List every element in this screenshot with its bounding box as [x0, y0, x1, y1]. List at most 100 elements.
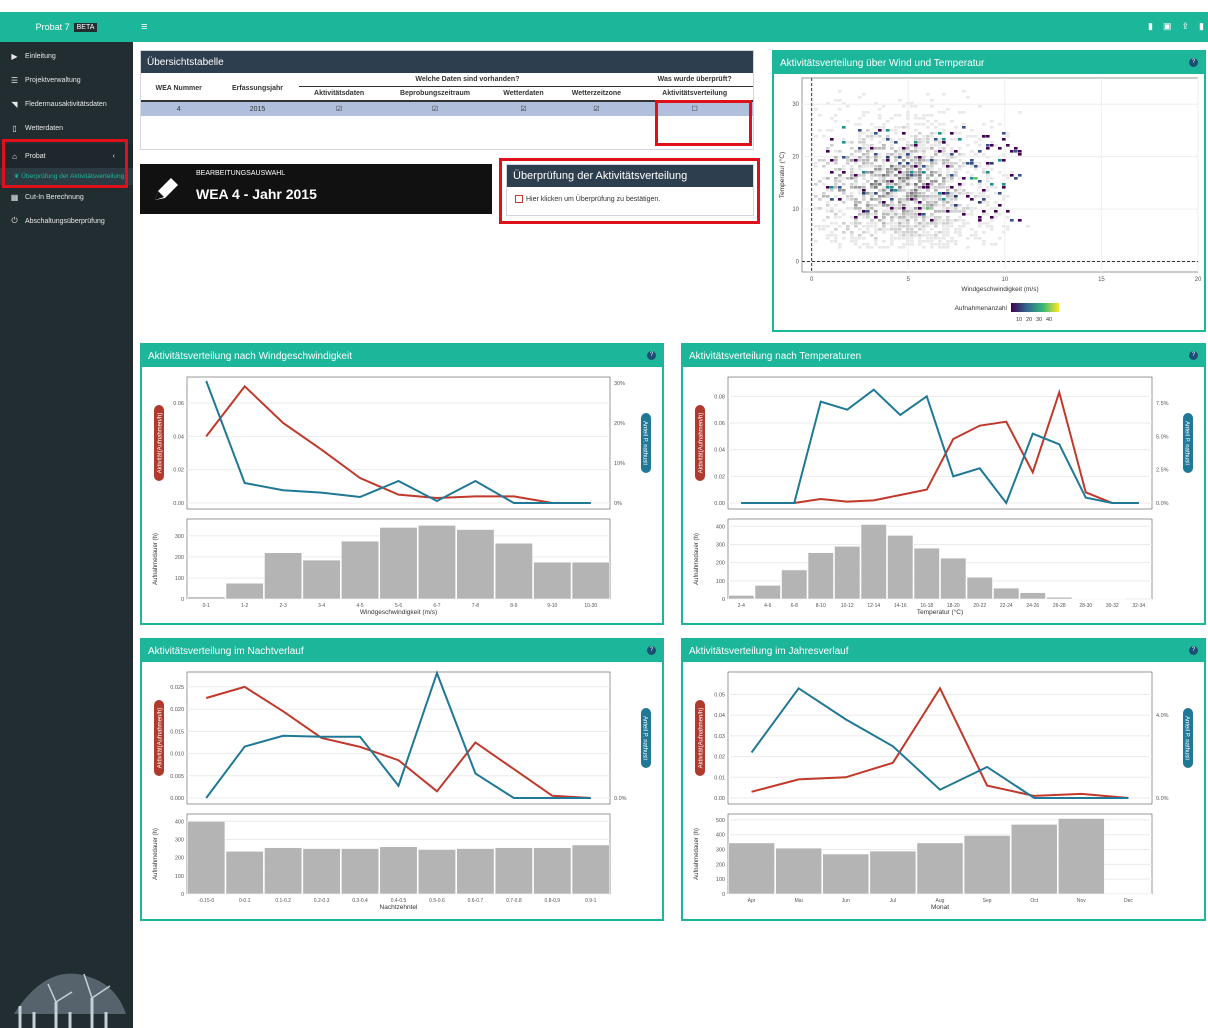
- scatter-point: [910, 165, 914, 168]
- help-icon[interactable]: ?: [1189, 646, 1198, 655]
- scatter-point: [954, 210, 958, 213]
- confirm-checkbox[interactable]: Hier klicken um Überprüfung zu bestätige…: [507, 187, 753, 211]
- scatter-point: [938, 204, 942, 207]
- scatter-point: [906, 168, 910, 171]
- save-icon[interactable]: ▣: [1163, 21, 1172, 32]
- x-tick-label: Jun: [842, 898, 850, 904]
- scatter-point: [858, 222, 862, 225]
- panel-title: Aktivitätsverteilung nach Temperaturen?: [683, 345, 1204, 367]
- scatter-point: [930, 123, 934, 126]
- sidebar-item-abschaltung[interactable]: ⏻ Abschaltungsüberprüfung: [0, 209, 133, 233]
- scatter-point: [866, 135, 870, 138]
- scatter-point: [942, 129, 946, 132]
- scatter-point: [822, 225, 826, 228]
- scatter-point: [850, 186, 854, 189]
- hist-bar: [264, 552, 303, 600]
- scatter-point: [970, 192, 974, 195]
- check-title: Überprüfung der Aktivitätsverteilung: [507, 165, 753, 187]
- hist-bar: [494, 847, 533, 895]
- hamburger-icon[interactable]: ≡: [141, 21, 147, 33]
- scatter-point: [918, 150, 922, 153]
- scatter-point: [870, 162, 874, 165]
- checkbox-icon[interactable]: [515, 195, 523, 203]
- right-ylabel: Anteil P. nathusii: [642, 421, 648, 465]
- scatter-point: [906, 165, 910, 168]
- scatter-point: [902, 222, 906, 225]
- scatter-point: [946, 177, 950, 180]
- sidebar-item-wetterdaten[interactable]: ▯ Wetterdaten: [0, 116, 133, 140]
- scatter-point: [974, 162, 978, 165]
- scatter-point: [882, 246, 886, 249]
- scatter-point: [938, 231, 942, 234]
- scatter-point: [826, 189, 830, 192]
- scatter-point: [914, 210, 918, 213]
- scatter-point: [934, 126, 938, 129]
- sidebar-item-cut-in[interactable]: ▦ Cut-In Berechnung: [0, 185, 133, 209]
- scatter-point: [894, 231, 898, 234]
- help-icon[interactable]: ?: [647, 646, 656, 655]
- scatter-point: [978, 195, 982, 198]
- scatter-point: [834, 120, 838, 123]
- hist-bar: [1046, 596, 1073, 600]
- temperature-panel: Aktivitätsverteilung nach Temperaturen? 0…: [681, 343, 1206, 625]
- cell-wea: 4: [176, 105, 181, 113]
- scatter-point: [850, 168, 854, 171]
- scatter-point: [890, 144, 894, 147]
- sidebar-item-fledermausaktivitaetsdaten[interactable]: ◥ Fledermausaktivitätsdaten: [0, 92, 133, 116]
- scatter-point: [902, 180, 906, 183]
- scatter-point: [914, 171, 918, 174]
- sidebar-subitem-ueberpruefung[interactable]: ❦ Überprüfung der Aktivitätsverteilung: [0, 168, 133, 185]
- checked-icon: ☑: [335, 106, 343, 113]
- scatter-point: [978, 180, 982, 183]
- col-beprobungszeitraum: Beprobungszeitraum: [399, 90, 470, 97]
- scatter-point: [906, 162, 910, 165]
- app-logo[interactable]: Probat 7 BETA: [0, 12, 133, 42]
- scatter-point: [910, 105, 914, 108]
- wind-panel: Aktivitätsverteilung nach Windgeschwindi…: [140, 343, 664, 625]
- scatter-point: [926, 120, 930, 123]
- scatter-point: [894, 159, 898, 162]
- scatter-point: [958, 225, 962, 228]
- scatter-point: [814, 162, 818, 165]
- file-icon[interactable]: ▮: [1148, 21, 1153, 32]
- scatter-point: [914, 135, 918, 138]
- scatter-point: [906, 180, 910, 183]
- help-icon[interactable]: ?: [1189, 58, 1198, 67]
- scatter-point: [878, 147, 882, 150]
- scatter-point: [930, 105, 934, 108]
- scatter-point: [934, 237, 938, 240]
- scatter-point: [870, 186, 874, 189]
- scatter-point: [878, 204, 882, 207]
- hist-bar: [456, 529, 495, 600]
- scatter-point: [882, 219, 886, 222]
- scatter-point: [942, 180, 946, 183]
- scatter-point: [906, 195, 910, 198]
- scatter-point: [862, 132, 866, 135]
- upload-icon[interactable]: ⇪: [1182, 21, 1190, 32]
- help-icon[interactable]: ?: [1189, 351, 1198, 360]
- scatter-point: [966, 213, 970, 216]
- night-panel: Aktivitätsverteilung im Nachtverlauf? 0.0…: [140, 306, 664, 921]
- sidebar-item-einleitung[interactable]: ▶ Einleitung: [0, 44, 133, 68]
- scatter-point: [874, 237, 878, 240]
- sidebar-item-projektverwaltung[interactable]: ☰ Projektverwaltung: [0, 68, 133, 92]
- scatter-point: [950, 132, 954, 135]
- scatter-point: [922, 147, 926, 150]
- scatter-point: [934, 222, 938, 225]
- scatter-point: [962, 177, 966, 180]
- scatter-point: [830, 240, 834, 243]
- scatter-point: [850, 171, 854, 174]
- scatter-point: [894, 225, 898, 228]
- y-tick-label: 0.020: [170, 707, 184, 713]
- scatter-point: [886, 138, 890, 141]
- table-row[interactable]: 4 2015 ☑ ☑ ☑ ☑ ☐: [141, 101, 753, 116]
- scatter-point: [862, 198, 866, 201]
- scatter-point: [902, 177, 906, 180]
- document-icon[interactable]: ▮: [1199, 21, 1204, 32]
- scatter-point: [886, 186, 890, 189]
- sidebar-item-probat[interactable]: ⌂ Probat ‹: [0, 144, 133, 168]
- scatter-point: [894, 141, 898, 144]
- hist-bar: [1105, 892, 1152, 895]
- scatter-point: [838, 174, 842, 177]
- help-icon[interactable]: ?: [647, 351, 656, 360]
